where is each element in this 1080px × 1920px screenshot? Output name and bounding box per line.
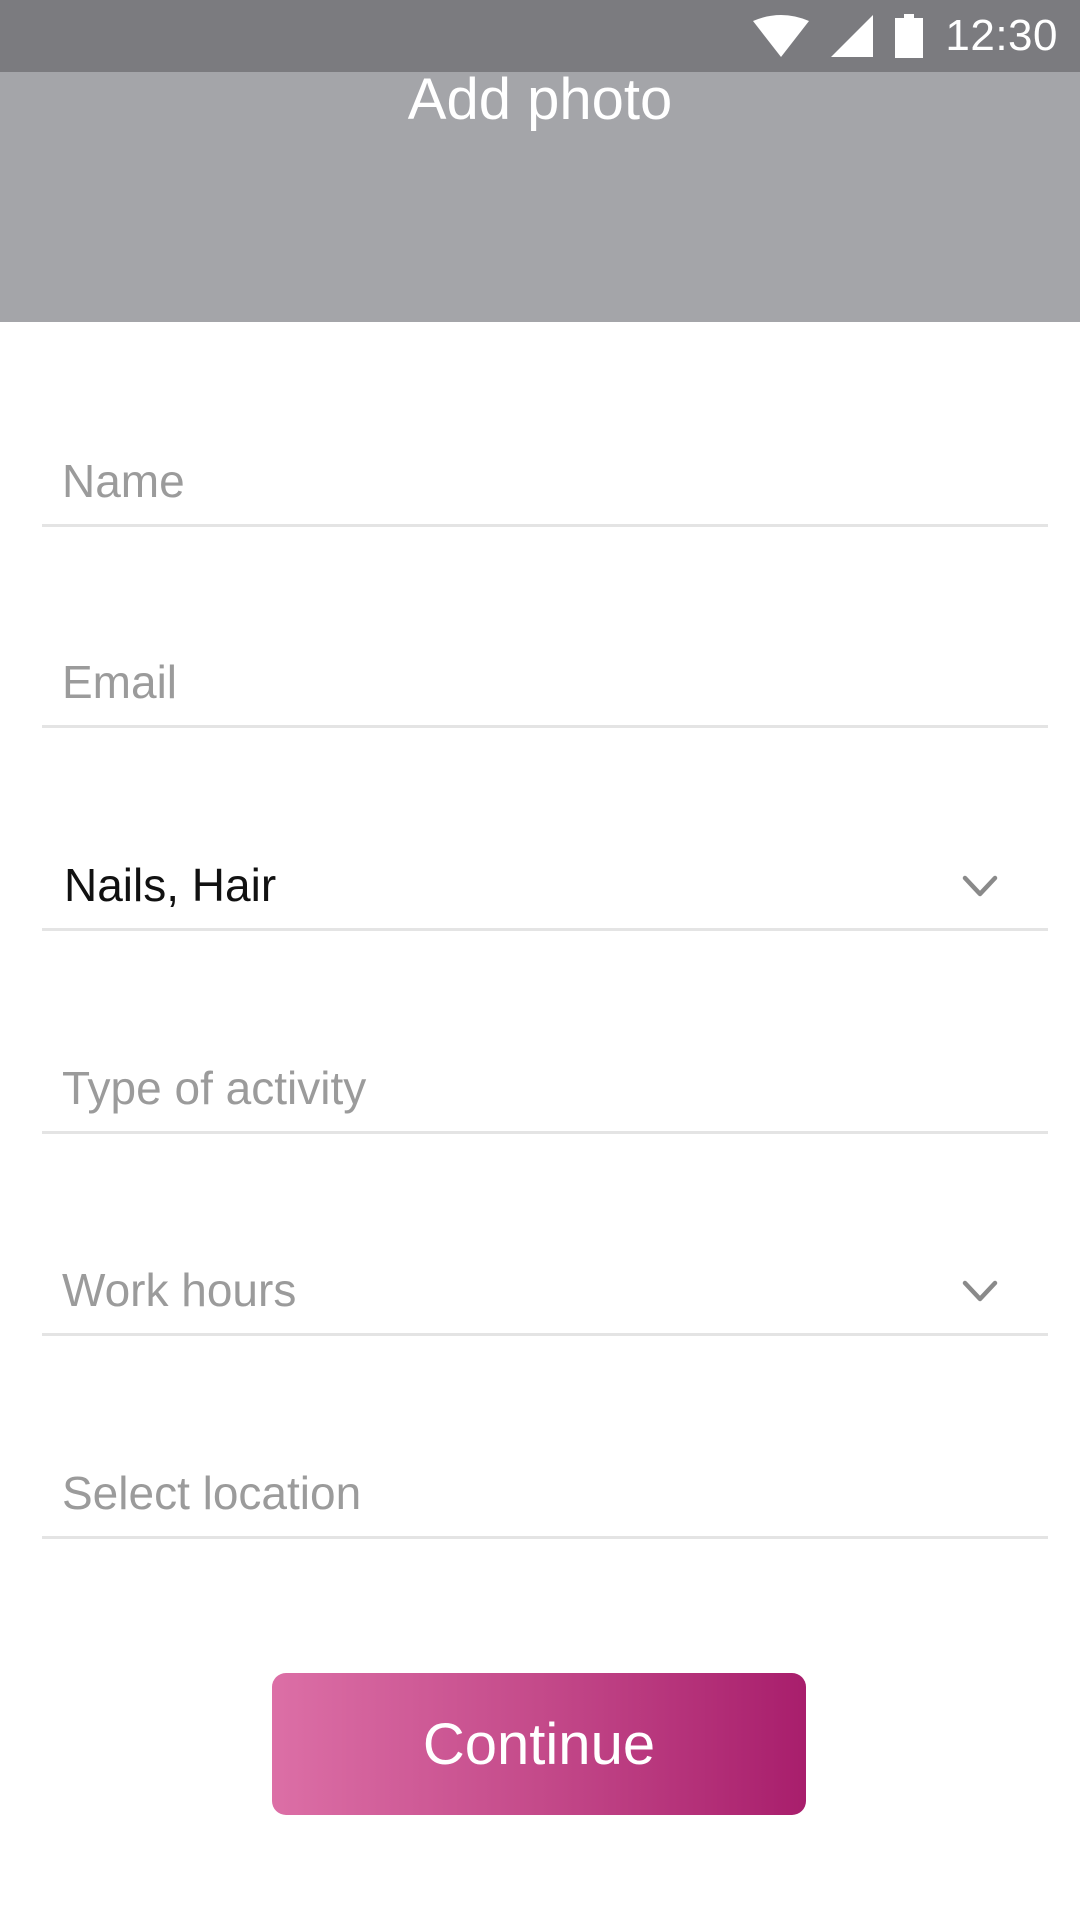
category-select[interactable]: Nails, Hair	[42, 828, 1048, 931]
location-field[interactable]: Select location	[42, 1436, 1048, 1539]
activity-type-field[interactable]: Type of activity	[42, 1031, 1048, 1134]
name-placeholder: Name	[62, 455, 185, 507]
registration-screen: 12:30 Add photo Name Email Nails, Hair T…	[0, 0, 1080, 1920]
work-hours-placeholder: Work hours	[62, 1264, 297, 1316]
location-placeholder: Select location	[62, 1467, 362, 1519]
category-value: Nails, Hair	[64, 859, 277, 911]
name-field[interactable]: Name	[42, 424, 1048, 527]
wifi-icon	[753, 15, 810, 57]
chevron-down-icon	[962, 875, 998, 897]
activity-type-placeholder: Type of activity	[62, 1062, 367, 1114]
add-photo-label: Add photo	[407, 67, 673, 132]
battery-icon	[895, 14, 924, 58]
status-icons: 12:30	[753, 0, 1058, 72]
status-time: 12:30	[945, 11, 1058, 60]
add-photo-area[interactable]: Add photo	[0, 67, 1080, 322]
email-placeholder: Email	[62, 656, 178, 708]
status-bar: 12:30	[0, 0, 1080, 72]
email-field[interactable]: Email	[42, 625, 1048, 728]
work-hours-select[interactable]: Work hours	[42, 1233, 1048, 1336]
continue-button[interactable]: Continue	[272, 1673, 806, 1815]
chevron-down-icon	[962, 1280, 998, 1302]
cellular-signal-icon	[831, 15, 874, 57]
